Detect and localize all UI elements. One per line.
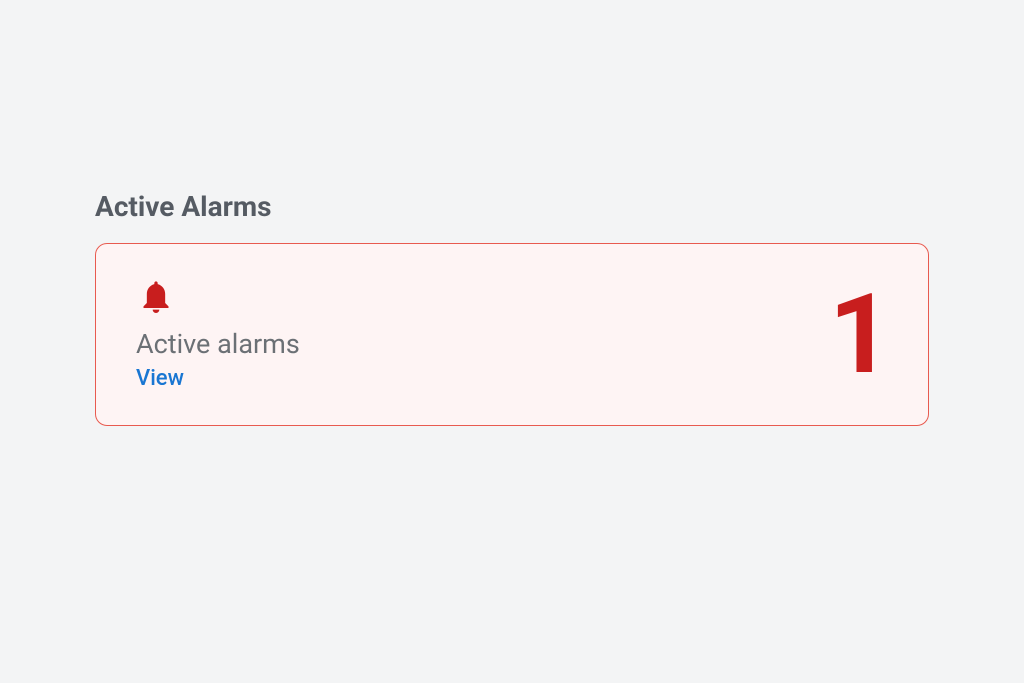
active-alarms-section: Active Alarms Active alarms View 1 bbox=[95, 190, 929, 426]
section-title: Active Alarms bbox=[95, 190, 929, 223]
alarm-label: Active alarms bbox=[136, 328, 300, 360]
bell-icon bbox=[136, 278, 176, 318]
alarm-count: 1 bbox=[829, 280, 888, 390]
view-link[interactable]: View bbox=[136, 366, 184, 391]
alarm-card-left: Active alarms View bbox=[136, 278, 300, 391]
alarm-card: Active alarms View 1 bbox=[95, 243, 929, 426]
